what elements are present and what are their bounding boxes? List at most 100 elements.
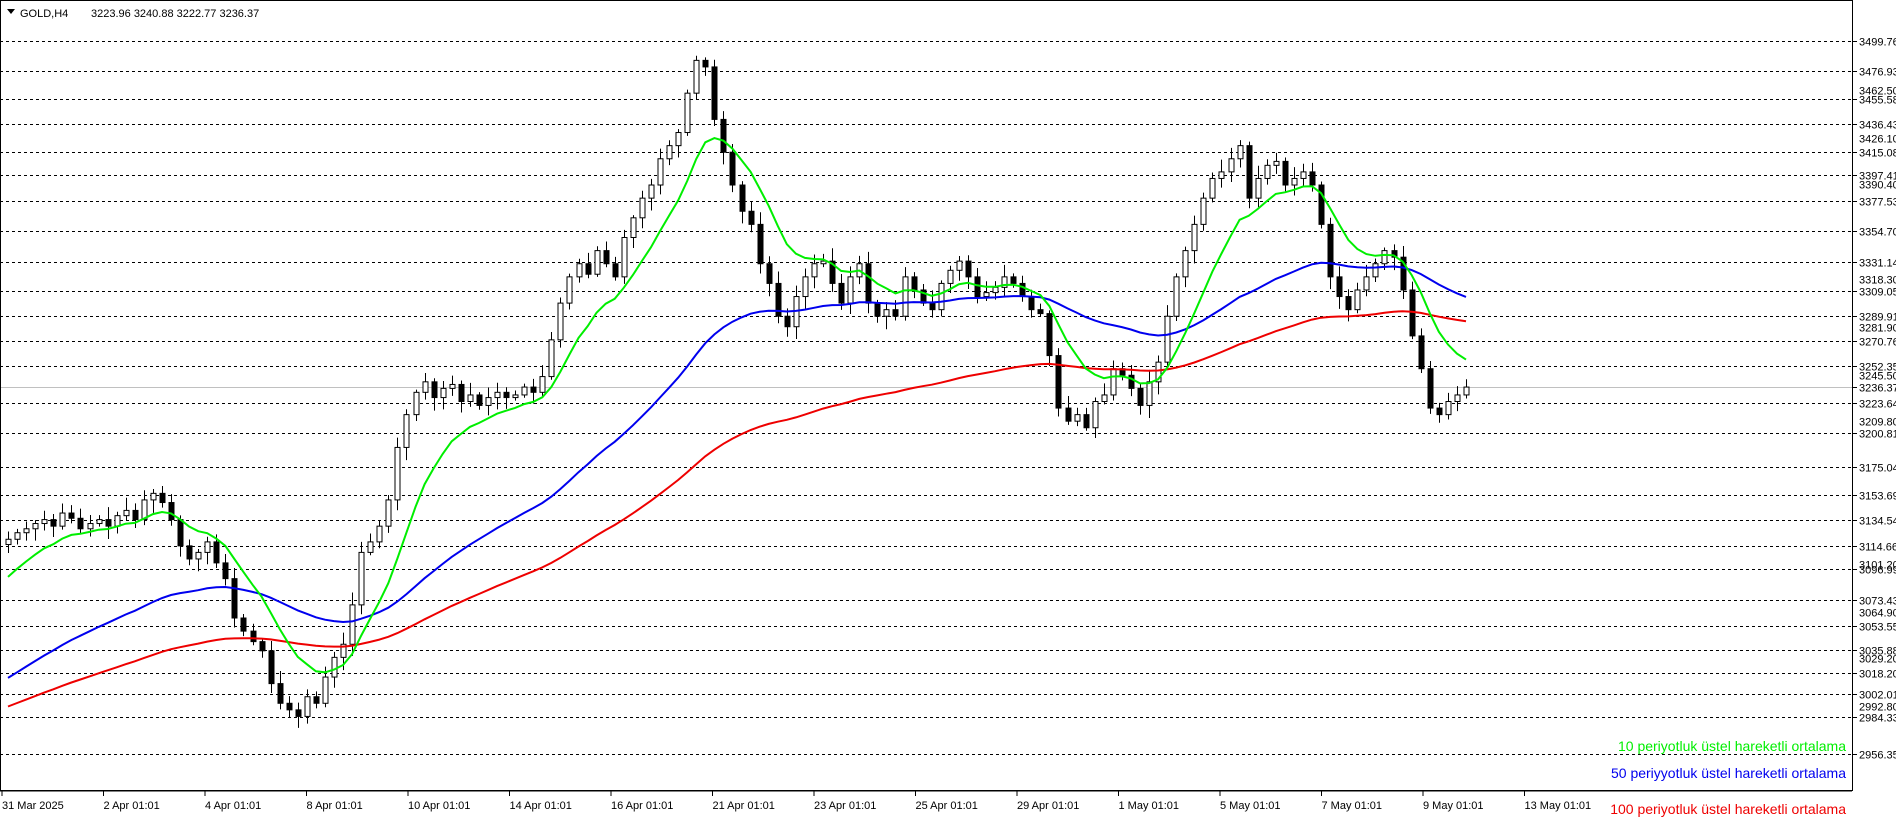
time-label: 4 Apr 01:01: [205, 800, 261, 812]
candle-body: [467, 394, 474, 403]
candle-body: [1200, 197, 1207, 225]
candle-body: [729, 151, 736, 186]
candle-body: [5, 538, 12, 546]
candle-body: [576, 263, 583, 278]
candle-body: [983, 292, 990, 298]
price-label: 3377.53: [1859, 197, 1896, 209]
candle-body: [1363, 276, 1370, 291]
price-label: 3018.20: [1859, 669, 1896, 681]
candle-body: [1065, 407, 1072, 422]
time-label: 8 Apr 01:01: [307, 800, 363, 812]
price-label: 3309.05: [1859, 287, 1896, 299]
candle-body: [1273, 160, 1280, 166]
candle-body: [385, 499, 392, 527]
candle-body: [159, 492, 166, 504]
candle-body: [1282, 160, 1289, 186]
candle-body: [711, 66, 718, 120]
candle-body: [114, 515, 121, 527]
price-label: 3134.54: [1859, 516, 1896, 528]
price-label-secondary: 3462.50: [1859, 86, 1896, 98]
candle-body: [585, 263, 592, 275]
candle-body: [494, 391, 501, 399]
time-label: 2 Apr 01:01: [104, 800, 160, 812]
candle-body: [892, 309, 899, 317]
candle-body: [1381, 250, 1388, 265]
candle-body: [902, 276, 909, 317]
candle-body: [1418, 335, 1425, 370]
candle-body: [132, 509, 139, 521]
time-label: 10 Apr 01:01: [408, 800, 470, 812]
candle-body: [784, 315, 791, 328]
candle-body: [1246, 145, 1253, 199]
candle-body: [956, 260, 963, 271]
candle-body: [322, 676, 329, 704]
candle-body: [1028, 296, 1035, 311]
price-label-secondary: 3426.10: [1859, 134, 1896, 146]
candle-body: [974, 276, 981, 298]
candle-body: [603, 250, 610, 265]
candle-body: [1074, 414, 1081, 422]
candle-body: [720, 118, 727, 153]
collapse-arrow-icon[interactable]: [7, 9, 15, 14]
candle-body: [1264, 164, 1271, 179]
candle-body: [50, 519, 57, 527]
candle-body: [59, 512, 66, 527]
candle-body: [268, 650, 275, 685]
candle-body: [612, 263, 619, 278]
price-label: 3223.64: [1859, 399, 1896, 411]
legend-ema10: 10 periyotluk üstel hareketli ortalama: [1618, 738, 1846, 754]
price-label: 3053.55: [1859, 622, 1896, 634]
candle-body: [847, 276, 854, 304]
candle-body: [947, 269, 954, 284]
candle-body: [1146, 381, 1153, 406]
plot-frame: [0, 0, 1853, 791]
candle-body: [684, 92, 691, 134]
price-label: 3200.81: [1859, 429, 1896, 441]
candle-body: [1019, 282, 1026, 298]
candle-body: [883, 309, 890, 317]
price-label-secondary: 3209.80: [1859, 417, 1896, 429]
candle-body: [557, 302, 564, 341]
price-label: 3270.76: [1859, 337, 1896, 349]
candle-body: [757, 223, 764, 265]
candle-body: [1164, 315, 1171, 363]
candle-body: [105, 519, 112, 527]
candle-body: [376, 525, 383, 543]
candle-body: [512, 394, 519, 399]
candle-body: [403, 414, 410, 448]
candle-body: [277, 683, 284, 704]
candle-body: [449, 383, 456, 389]
candle-body: [186, 545, 193, 560]
candle-body: [1454, 394, 1461, 403]
price-label: 3415.08: [1859, 148, 1896, 160]
candle-body: [621, 236, 628, 278]
candle-body: [548, 339, 555, 378]
ema-100-line: [7, 310, 1467, 708]
candle-body: [1046, 313, 1053, 357]
time-label: 14 Apr 01:01: [510, 800, 572, 812]
candle-body: [177, 519, 184, 547]
candle-body: [874, 302, 881, 317]
price-label: 3236.37: [1859, 383, 1896, 395]
candle-body: [422, 381, 429, 393]
candle-body: [304, 696, 311, 717]
candle-body: [594, 250, 601, 275]
legend-ema50: 50 periyyotluk üstel hareketli ortalama: [1611, 765, 1846, 781]
grid-lines: [0, 41, 1852, 755]
candle-body: [1191, 223, 1198, 252]
candle-body: [96, 519, 103, 525]
candle-body: [1327, 223, 1334, 278]
candle-body: [1173, 276, 1180, 317]
candle-body: [358, 551, 365, 606]
candle-body: [250, 630, 257, 643]
candle-body: [1092, 401, 1099, 429]
candle-body: [195, 551, 202, 560]
time-label: 5 May 01:01: [1220, 800, 1281, 812]
candle-body: [476, 394, 483, 406]
candle-body: [1137, 387, 1144, 406]
price-label-secondary: 3029.20: [1859, 654, 1896, 666]
time-label: 31 Mar 2025: [2, 800, 64, 812]
price-label: 3499.76: [1859, 37, 1896, 49]
candle-body: [41, 519, 48, 525]
candle-body: [1291, 177, 1298, 186]
